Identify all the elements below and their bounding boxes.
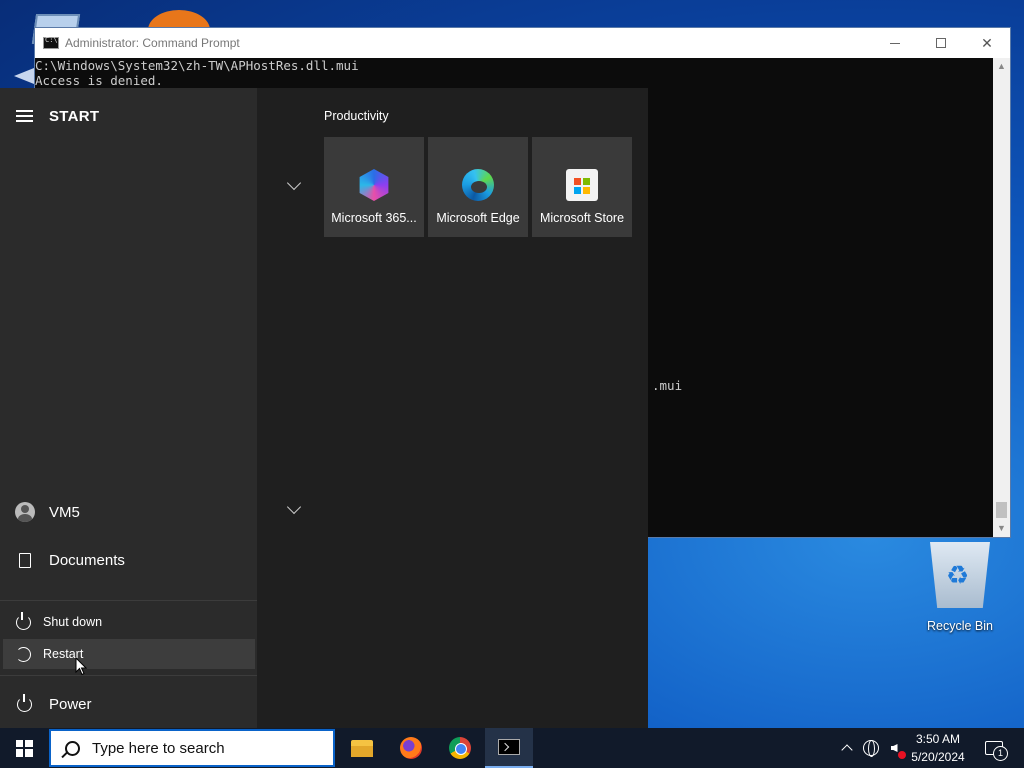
taskbar-clock[interactable]: 3:50 AM 5/20/2024 bbox=[905, 730, 971, 766]
close-icon: ✕ bbox=[981, 34, 993, 51]
scroll-down-button[interactable]: ▼ bbox=[993, 520, 1010, 537]
maximize-icon bbox=[936, 38, 946, 48]
tile-label: Microsoft Edge bbox=[436, 211, 520, 225]
recycle-bin-label: Recycle Bin bbox=[927, 619, 993, 633]
document-icon bbox=[18, 552, 31, 568]
search-placeholder: Type here to search bbox=[92, 739, 225, 757]
desktop-icon-fragment bbox=[14, 68, 34, 84]
cmd-titlebar[interactable]: Administrator: Command Prompt ✕ bbox=[35, 28, 1010, 58]
cmd-output-line: C:\Windows\System32\zh-TW\APHostRes.dll.… bbox=[35, 58, 359, 73]
shutdown-icon bbox=[15, 611, 31, 630]
volume-button[interactable] bbox=[884, 728, 904, 768]
power-button[interactable]: Power bbox=[0, 682, 257, 726]
tile-group-title[interactable]: Productivity bbox=[324, 109, 389, 123]
tile-label: Microsoft Store bbox=[539, 211, 625, 225]
taskbar-search-box[interactable]: Type here to search bbox=[49, 729, 335, 767]
tile-microsoft-edge[interactable]: Microsoft Edge bbox=[428, 137, 528, 237]
taskbar-command-prompt[interactable] bbox=[485, 728, 533, 768]
notification-count-badge: 1 bbox=[993, 746, 1008, 761]
command-prompt-icon bbox=[498, 739, 520, 755]
command-prompt-icon bbox=[43, 36, 59, 49]
clock-date: 5/20/2024 bbox=[911, 750, 965, 764]
documents-label: Documents bbox=[49, 551, 125, 569]
power-label: Power bbox=[49, 695, 92, 713]
cmd-window-title: Administrator: Command Prompt bbox=[65, 36, 240, 50]
power-icon bbox=[17, 693, 32, 712]
taskbar-file-explorer[interactable] bbox=[338, 728, 386, 768]
user-account-button[interactable]: VM5 bbox=[0, 490, 257, 534]
network-button[interactable] bbox=[860, 728, 882, 768]
chrome-icon bbox=[449, 737, 471, 759]
tile-microsoft-store[interactable]: Microsoft Store bbox=[532, 137, 632, 237]
maximize-button[interactable] bbox=[918, 28, 964, 58]
microsoft-365-icon bbox=[359, 169, 389, 201]
restart-button[interactable]: Restart bbox=[3, 639, 255, 669]
documents-button[interactable]: Documents bbox=[0, 538, 257, 582]
taskbar-firefox[interactable] bbox=[387, 728, 435, 768]
firefox-icon bbox=[400, 737, 422, 759]
network-globe-icon bbox=[863, 740, 879, 757]
edge-icon bbox=[462, 169, 494, 201]
minimize-icon bbox=[890, 42, 900, 44]
speaker-muted-icon bbox=[890, 744, 898, 752]
start-menu-title: START bbox=[49, 108, 100, 125]
chevron-up-icon bbox=[841, 744, 853, 756]
shutdown-button[interactable]: Shut down bbox=[3, 607, 255, 637]
close-button[interactable]: ✕ bbox=[964, 28, 1010, 58]
shutdown-label: Shut down bbox=[43, 615, 103, 629]
windows-logo-icon bbox=[15, 739, 33, 757]
restart-icon bbox=[15, 646, 31, 662]
user-avatar-icon bbox=[14, 502, 35, 522]
cmd-scrollbar[interactable]: ▲ ▼ bbox=[993, 58, 1010, 537]
minimize-button[interactable] bbox=[872, 28, 918, 58]
taskbar-chrome[interactable] bbox=[436, 728, 484, 768]
recycle-bin-shortcut[interactable]: ♻ bbox=[924, 538, 996, 610]
user-name: VM5 bbox=[49, 503, 80, 521]
show-hidden-icons-button[interactable] bbox=[836, 728, 858, 768]
recycle-symbol-icon: ♻ bbox=[946, 560, 970, 590]
store-icon bbox=[566, 169, 598, 201]
scrollbar-thumb[interactable] bbox=[996, 502, 1007, 518]
start-button[interactable] bbox=[0, 728, 48, 768]
power-options-menu: Shut down Restart bbox=[0, 600, 257, 676]
tile-label: Microsoft 365... bbox=[331, 211, 417, 225]
clock-time: 3:50 AM bbox=[915, 732, 961, 746]
hamburger-menu-icon[interactable] bbox=[16, 110, 33, 122]
tile-microsoft-365[interactable]: Microsoft 365... bbox=[324, 137, 424, 237]
file-explorer-icon bbox=[351, 739, 373, 757]
cmd-output-line: Access is denied. bbox=[35, 73, 163, 88]
scroll-up-button[interactable]: ▲ bbox=[993, 58, 1010, 75]
search-icon bbox=[65, 740, 80, 756]
cmd-output-line: .mui bbox=[652, 378, 683, 393]
